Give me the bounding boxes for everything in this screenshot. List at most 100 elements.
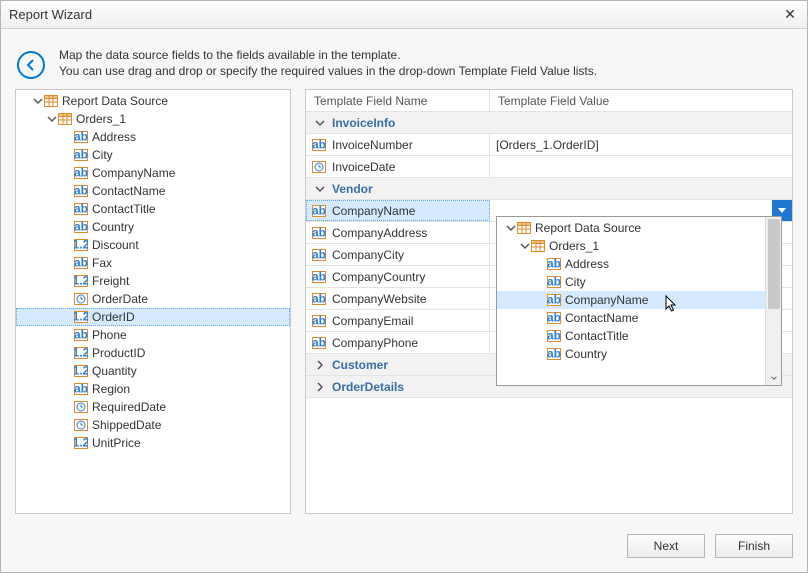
field-type-icon [547, 347, 561, 361]
chevron-down-icon[interactable] [32, 95, 44, 107]
field-value-label: [Orders_1.OrderID] [496, 138, 599, 152]
field-name-label: CompanyCity [332, 248, 404, 262]
tree-field-label: Fax [92, 256, 112, 270]
field-name-label: CompanyName [332, 204, 415, 218]
next-button[interactable]: Next [627, 534, 705, 558]
tree-field-item[interactable]: OrderDate [16, 290, 290, 308]
category-row[interactable]: Vendor [306, 178, 792, 200]
tree-field-item[interactable]: ShippedDate [16, 416, 290, 434]
popup-field-label: Country [565, 347, 607, 361]
field-type-icon [74, 436, 88, 450]
table-icon [44, 94, 58, 108]
chevron-right-icon[interactable] [314, 359, 326, 371]
tree-field-label: ProductID [92, 346, 145, 360]
content: Map the data source fields to the fields… [1, 29, 807, 572]
field-name-label: CompanyPhone [332, 336, 418, 350]
category-label: OrderDetails [332, 380, 404, 394]
template-field-table: Template Field Name Template Field Value… [305, 89, 793, 514]
table-icon [531, 239, 545, 253]
value-dropdown-popup[interactable]: Report Data SourceOrders_1AddressCityCom… [496, 216, 782, 386]
field-name-label: CompanyEmail [332, 314, 413, 328]
chevron-down-icon[interactable] [505, 222, 517, 234]
tree-field-item[interactable]: OrderID [16, 308, 290, 326]
table-icon [58, 112, 72, 126]
tree-field-item[interactable]: Phone [16, 326, 290, 344]
scroll-thumb[interactable] [768, 219, 780, 309]
tree-field-item[interactable]: ContactTitle [16, 200, 290, 218]
table-icon [517, 221, 531, 235]
chevron-down-icon[interactable] [519, 240, 531, 252]
field-name-cell: CompanyEmail [306, 310, 490, 331]
tree-field-item[interactable]: Quantity [16, 362, 290, 380]
header-line-1: Map the data source fields to the fields… [59, 47, 597, 63]
close-icon[interactable]: ✕ [781, 6, 799, 23]
tree-field-item[interactable]: RequiredDate [16, 398, 290, 416]
tree-table-item[interactable]: Orders_1 [16, 110, 290, 128]
titlebar: Report Wizard ✕ [1, 1, 807, 29]
tree-field-label: ContactTitle [92, 202, 156, 216]
tree-field-label: Address [92, 130, 136, 144]
finish-button[interactable]: Finish [715, 534, 793, 558]
field-name-cell: CompanyCountry [306, 266, 490, 287]
field-name-cell: CompanyCity [306, 244, 490, 265]
tree-field-label: Phone [92, 328, 127, 342]
popup-field-label: ContactTitle [565, 329, 629, 343]
tree-field-item[interactable]: Freight [16, 272, 290, 290]
field-name-label: CompanyCountry [332, 270, 425, 284]
tree-field-label: OrderID [92, 310, 135, 324]
tree-field-item[interactable]: Fax [16, 254, 290, 272]
category-row[interactable]: InvoiceInfo [306, 112, 792, 134]
tree-field-label: ContactName [92, 184, 165, 198]
wizard-window: Report Wizard ✕ Map the data source fiel… [0, 0, 808, 573]
header-line-2: You can use drag and drop or specify the… [59, 63, 597, 79]
tree-field-label: Country [92, 220, 134, 234]
field-name-label: InvoiceNumber [332, 138, 413, 152]
tree-field-item[interactable]: Country [16, 218, 290, 236]
tree-field-item[interactable]: UnitPrice [16, 434, 290, 452]
col-template-field-name: Template Field Name [306, 90, 490, 111]
field-name-cell: CompanyAddress [306, 222, 490, 243]
field-name-label: InvoiceDate [332, 160, 395, 174]
field-name-cell: InvoiceDate [306, 156, 490, 177]
tree-field-label: ShippedDate [92, 418, 161, 432]
data-source-tree[interactable]: Report Data SourceOrders_1AddressCityCom… [15, 89, 291, 514]
tree-field-label: Quantity [92, 364, 137, 378]
popup-table-item[interactable]: Orders_1 [497, 237, 765, 255]
chevron-down-icon[interactable] [46, 113, 58, 125]
field-name-cell: CompanyWebsite [306, 288, 490, 309]
header-text: Map the data source fields to the fields… [59, 47, 597, 79]
template-field-row[interactable]: InvoiceDate [306, 156, 792, 178]
field-value-cell[interactable] [490, 156, 792, 177]
col-template-field-value: Template Field Value [490, 90, 792, 111]
table-body: InvoiceInfo InvoiceNumber [Orders_1.OrderI… [306, 112, 792, 513]
tree-field-label: City [92, 148, 113, 162]
field-name-label: CompanyAddress [332, 226, 427, 240]
field-value-cell[interactable]: [Orders_1.OrderID] [490, 134, 792, 155]
tree-field-item[interactable]: Discount [16, 236, 290, 254]
window-title: Report Wizard [9, 7, 781, 22]
popup-field-item[interactable]: ContactTitle [497, 327, 765, 345]
template-field-row[interactable]: InvoiceNumber [Orders_1.OrderID] [306, 134, 792, 156]
tree-field-item[interactable]: Region [16, 380, 290, 398]
back-button[interactable] [17, 51, 45, 79]
popup-field-label: Address [565, 257, 609, 271]
field-name-cell: CompanyPhone [306, 332, 490, 353]
category-label: InvoiceInfo [332, 116, 395, 130]
popup-field-label: CompanyName [565, 293, 648, 307]
popup-scrollbar[interactable] [765, 217, 781, 385]
tree-field-label: Region [92, 382, 130, 396]
popup-field-item[interactable]: Country [497, 345, 765, 363]
field-name-cell: CompanyName [306, 200, 490, 221]
table-header: Template Field Name Template Field Value [306, 90, 792, 112]
scroll-down-arrow[interactable] [766, 371, 782, 385]
tree-field-label: CompanyName [92, 166, 175, 180]
popup-field-label: City [565, 275, 586, 289]
field-type-icon [312, 336, 326, 350]
tree-field-item[interactable]: ProductID [16, 344, 290, 362]
category-label: Customer [332, 358, 388, 372]
field-name-cell: InvoiceNumber [306, 134, 490, 155]
tree-field-label: Discount [92, 238, 139, 252]
chevron-right-icon[interactable] [314, 381, 326, 393]
popup-field-label: ContactName [565, 311, 638, 325]
tree-field-label: UnitPrice [92, 436, 141, 450]
